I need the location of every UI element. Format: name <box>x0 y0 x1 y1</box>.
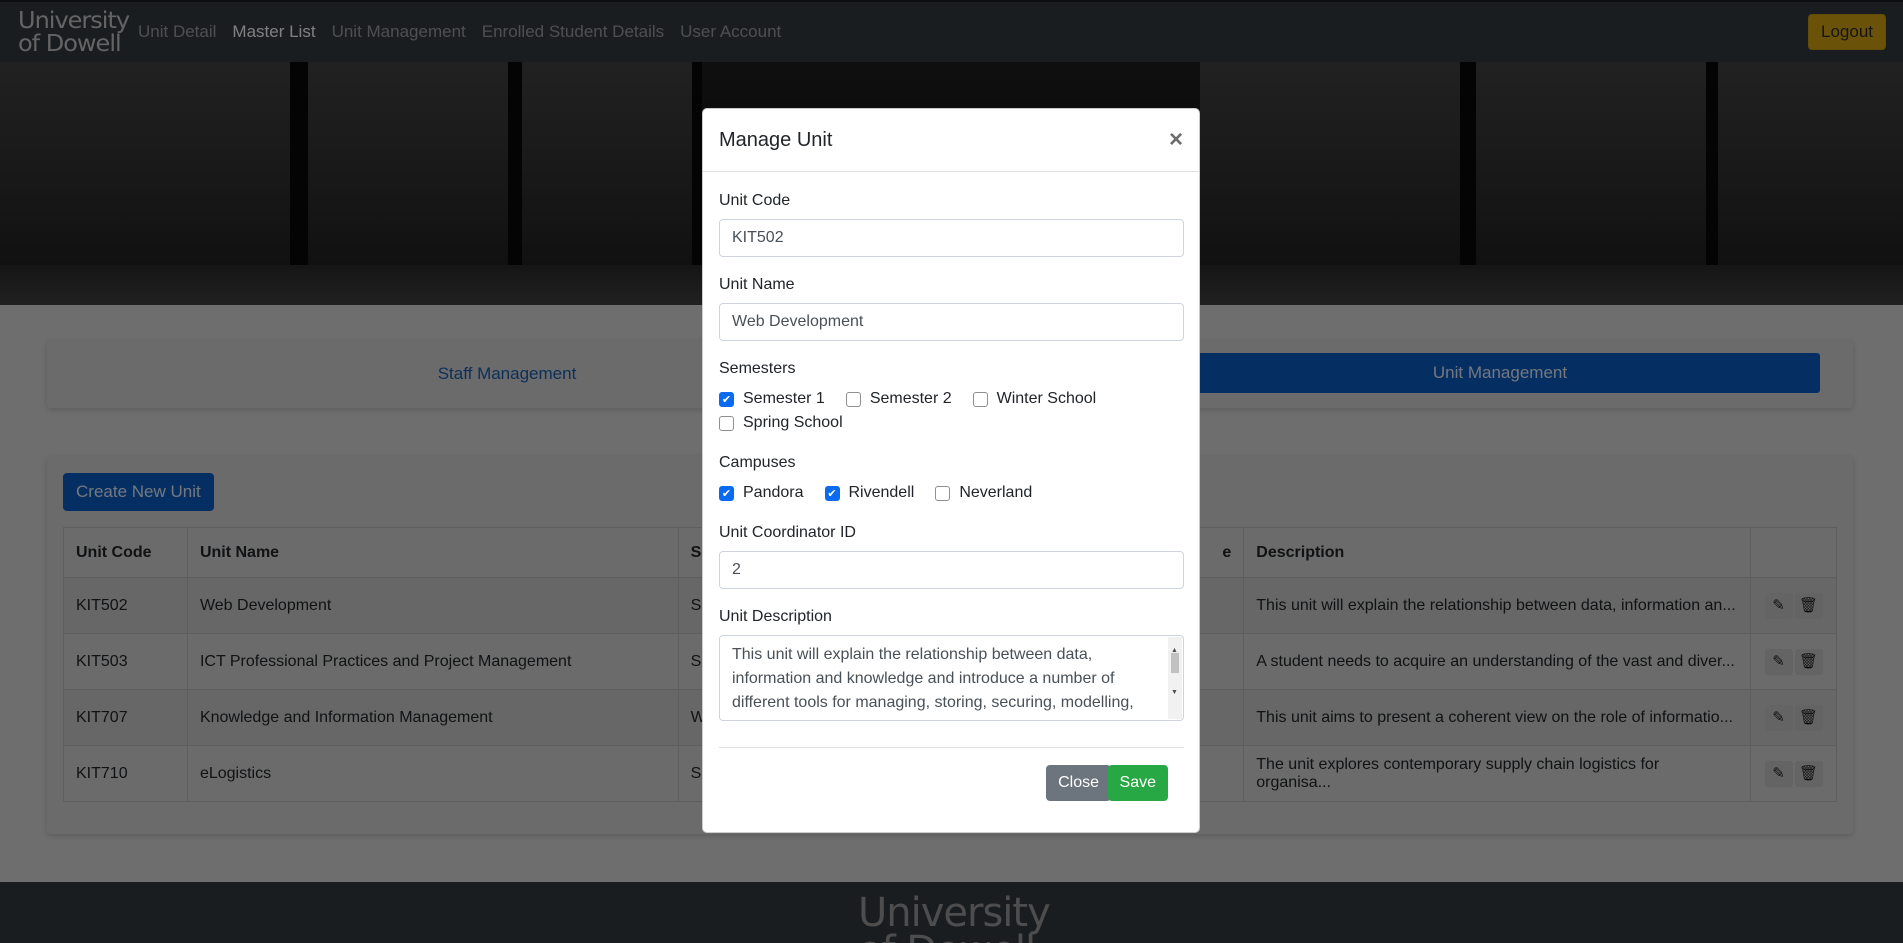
checkbox-label: Rivendell <box>848 484 915 501</box>
pandora-checkbox[interactable]: ✔ Pandora <box>719 481 804 505</box>
semesters-label: Semesters <box>719 360 796 377</box>
checkbox-label: Spring School <box>743 414 843 431</box>
campuses-label: Campuses <box>719 454 796 471</box>
checkbox-unchecked-icon[interactable] <box>845 391 861 407</box>
checkbox-label: Neverland <box>959 484 1033 501</box>
campuses-checkbox-group: ✔ Pandora ✔ Rivendell Neverland <box>719 481 1184 505</box>
close-icon[interactable]: × <box>1169 128 1183 152</box>
winter-school-checkbox[interactable]: Winter School <box>972 387 1097 411</box>
textarea-scrollbar[interactable]: ▲ ▼ <box>1168 637 1182 719</box>
checkbox-label: Winter School <box>996 390 1097 407</box>
close-button[interactable]: Close <box>1046 765 1111 801</box>
modal-title: Manage Unit <box>719 128 833 151</box>
semester-1-checkbox[interactable]: ✔ Semester 1 <box>719 387 825 411</box>
description-text: This unit will explain the relationship … <box>732 646 1134 711</box>
coordinator-label: Unit Coordinator ID <box>719 524 856 541</box>
checkbox-unchecked-icon[interactable] <box>719 415 734 431</box>
unit-name-input[interactable]: Web Development <box>719 303 1184 341</box>
spring-school-checkbox[interactable]: Spring School <box>719 411 843 435</box>
checkbox-checked-icon[interactable]: ✔ <box>719 391 734 407</box>
semesters-checkbox-group: ✔ Semester 1 Semester 2 Winter School Spr… <box>719 387 1184 435</box>
save-button[interactable]: Save <box>1107 765 1168 801</box>
unit-code-input[interactable]: KIT502 <box>719 219 1184 257</box>
checkbox-checked-icon[interactable]: ✔ <box>719 485 734 501</box>
checkbox-label: Pandora <box>743 484 804 501</box>
modal-header: Manage Unit × <box>703 109 1199 172</box>
checkbox-unchecked-icon[interactable] <box>972 391 988 407</box>
description-label: Unit Description <box>719 608 832 625</box>
modal-footer: Close Save <box>719 747 1184 833</box>
checkbox-unchecked-icon[interactable] <box>935 485 951 501</box>
checkbox-label: Semester 1 <box>743 390 825 407</box>
checkbox-label: Semester 2 <box>869 390 952 407</box>
checkbox-checked-icon[interactable]: ✔ <box>824 485 840 501</box>
unit-code-label: Unit Code <box>719 192 791 209</box>
semester-2-checkbox[interactable]: Semester 2 <box>845 387 952 411</box>
coordinator-id-input[interactable]: 2 <box>719 551 1184 589</box>
scrollbar-thumb[interactable] <box>1171 653 1179 673</box>
manage-unit-modal: Manage Unit × Unit Code KIT502 Unit Name… <box>702 108 1200 833</box>
modal-body: Unit Code KIT502 Unit Name Web Developme… <box>703 192 1199 721</box>
unit-description-textarea[interactable]: This unit will explain the relationship … <box>719 635 1184 721</box>
unit-name-label: Unit Name <box>719 276 795 293</box>
neverland-checkbox[interactable]: Neverland <box>935 481 1032 505</box>
rivendell-checkbox[interactable]: ✔ Rivendell <box>824 481 915 505</box>
scroll-down-icon[interactable]: ▼ <box>1171 681 1178 705</box>
